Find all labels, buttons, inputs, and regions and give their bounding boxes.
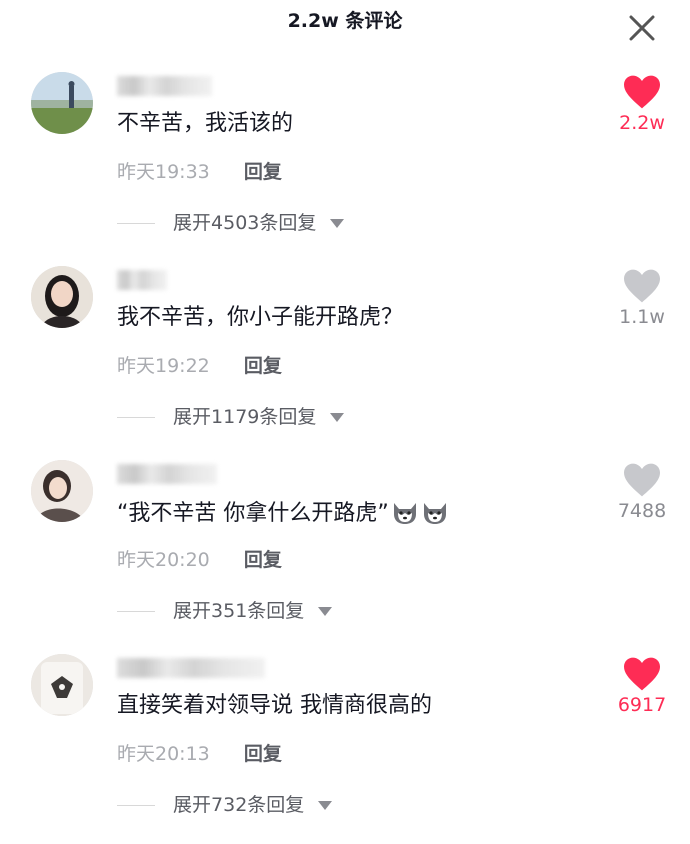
like-button[interactable]: 2.2w bbox=[617, 74, 667, 134]
expand-replies-button[interactable]: 展开1179条回复 bbox=[117, 402, 345, 428]
caret-down-icon bbox=[330, 413, 345, 422]
username-redacted bbox=[117, 658, 265, 678]
heart-icon bbox=[624, 75, 660, 109]
like-count: 2.2w bbox=[619, 112, 665, 134]
caret-down-icon bbox=[318, 801, 333, 810]
like-button[interactable]: 6917 bbox=[617, 656, 667, 716]
comment-time: 昨天19:33 bbox=[117, 161, 210, 183]
expand-replies-label: 展开351条回复 bbox=[173, 600, 305, 622]
reply-button[interactable]: 回复 bbox=[244, 549, 282, 571]
like-count: 7488 bbox=[617, 500, 667, 522]
expand-replies-button[interactable]: 展开351条回复 bbox=[117, 596, 333, 622]
comment-item: 不辛苦，我活该的 昨天19:33 回复 展开4503条回复 2.2w bbox=[0, 72, 690, 262]
comment-meta: 昨天19:33 回复 bbox=[117, 160, 282, 184]
expand-replies-label: 展开1179条回复 bbox=[173, 406, 317, 428]
username-redacted bbox=[117, 76, 212, 96]
heart-icon bbox=[624, 657, 660, 691]
expand-replies-label: 展开4503条回复 bbox=[173, 212, 317, 234]
comment-item: 我不辛苦，你小子能开路虎？ 昨天19:22 回复 展开1179条回复 1.1w bbox=[0, 266, 690, 456]
like-button[interactable]: 7488 bbox=[617, 462, 667, 522]
heart-icon bbox=[624, 463, 660, 497]
username-redacted bbox=[117, 270, 167, 290]
comment-text: “我不辛苦 你拿什么开路虎” bbox=[117, 501, 389, 526]
comment-time: 昨天19:22 bbox=[117, 355, 210, 377]
expand-divider bbox=[117, 805, 155, 806]
heart-icon bbox=[624, 269, 660, 303]
like-count: 1.1w bbox=[619, 306, 665, 328]
comment-meta: 昨天20:13 回复 bbox=[117, 742, 282, 766]
comment-time: 昨天20:20 bbox=[117, 549, 210, 571]
caret-down-icon bbox=[330, 219, 345, 228]
comment-time: 昨天20:13 bbox=[117, 743, 210, 765]
avatar[interactable] bbox=[31, 654, 93, 716]
comment-item: “我不辛苦 你拿什么开路虎” 昨天20:20 回复 展开351条回复 7488 bbox=[0, 460, 690, 650]
expand-replies-label: 展开732条回复 bbox=[173, 794, 305, 816]
avatar[interactable] bbox=[31, 72, 93, 134]
reply-button[interactable]: 回复 bbox=[244, 161, 282, 183]
close-icon bbox=[629, 15, 655, 41]
comment-item: 直接笑着对领导说 我情商很高的 昨天20:13 回复 展开732条回复 6917 bbox=[0, 654, 690, 844]
comment-text-row: “我不辛苦 你拿什么开路虎” bbox=[117, 498, 449, 528]
comment-meta: 昨天20:20 回复 bbox=[117, 548, 282, 572]
comments-header: 2.2w 条评论 bbox=[0, 0, 690, 42]
avatar[interactable] bbox=[31, 460, 93, 522]
like-button[interactable]: 1.1w bbox=[617, 268, 667, 328]
like-count: 6917 bbox=[617, 694, 667, 716]
expand-divider bbox=[117, 611, 155, 612]
expand-divider bbox=[117, 223, 155, 224]
comment-text: 我不辛苦，你小子能开路虎？ bbox=[117, 305, 404, 330]
expand-replies-button[interactable]: 展开732条回复 bbox=[117, 790, 333, 816]
husky-emoji-icon bbox=[393, 503, 416, 524]
comment-count-title: 2.2w 条评论 bbox=[287, 10, 403, 32]
comment-text: 直接笑着对领导说 我情商很高的 bbox=[117, 693, 432, 718]
comment-text: 不辛苦，我活该的 bbox=[117, 111, 294, 136]
comment-meta: 昨天19:22 回复 bbox=[117, 354, 282, 378]
reply-button[interactable]: 回复 bbox=[244, 743, 282, 765]
expand-divider bbox=[117, 417, 155, 418]
avatar[interactable] bbox=[31, 266, 93, 328]
husky-emoji-icon bbox=[423, 503, 446, 524]
close-button[interactable] bbox=[628, 14, 656, 42]
caret-down-icon bbox=[318, 607, 333, 616]
expand-replies-button[interactable]: 展开4503条回复 bbox=[117, 208, 345, 234]
reply-button[interactable]: 回复 bbox=[244, 355, 282, 377]
username-redacted bbox=[117, 464, 217, 484]
